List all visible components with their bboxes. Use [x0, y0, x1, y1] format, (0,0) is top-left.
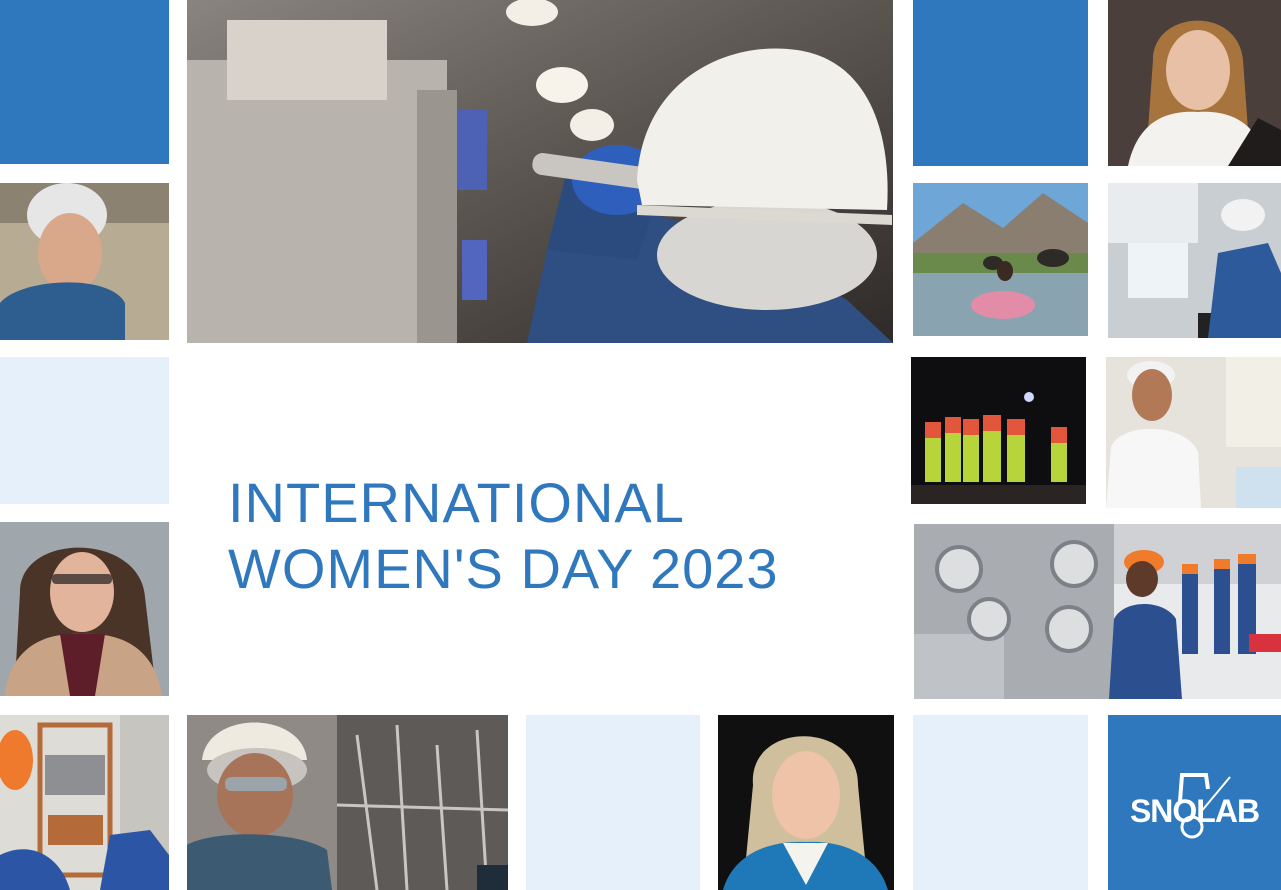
logo-text: SNOLAB	[1129, 793, 1260, 829]
logo-tile: SNOLAB	[1108, 715, 1281, 890]
lab-photo-tanks-orange-hardhat	[914, 524, 1281, 699]
lab-photo-copper-apparatus	[0, 715, 169, 890]
blue-tile-top-center	[913, 0, 1088, 166]
blue-tile-top-left	[0, 0, 169, 164]
lab-photo-hardhat-glasses	[187, 715, 508, 890]
pale-tile-bottom-right	[913, 715, 1088, 890]
pale-tile-left	[0, 357, 169, 504]
crew-photo-hivis-night	[911, 357, 1086, 504]
page-title-line-1: INTERNATIONAL	[228, 471, 685, 534]
pale-tile-bottom-middle	[526, 715, 700, 890]
lab-photo-hardhat-right	[1108, 183, 1281, 338]
landscape-photo-river	[913, 183, 1088, 336]
hero-photo-hardhat-worker	[187, 0, 893, 343]
portrait-photo-glasses-left	[0, 522, 169, 696]
portrait-photo-hairnet-left	[0, 183, 169, 340]
page-title: INTERNATIONAL WOMEN'S DAY 2023	[228, 470, 868, 602]
page-title-line-2: WOMEN'S DAY 2023	[228, 537, 779, 600]
snolab-logo: SNOLAB	[1108, 715, 1281, 890]
lab-photo-white-coat	[1106, 357, 1281, 508]
portrait-photo-top-right	[1108, 0, 1281, 166]
portrait-photo-blonde-bottom	[718, 715, 894, 890]
